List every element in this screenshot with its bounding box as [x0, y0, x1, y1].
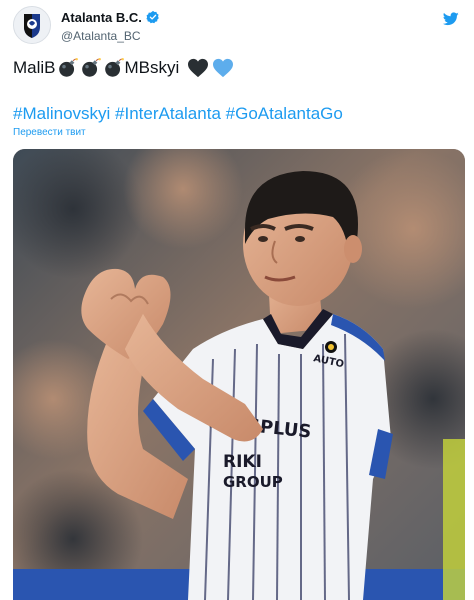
tweet-card: Atalanta B.C. @Atalanta_BC MaliB MBskyi … — [0, 0, 474, 600]
player-heart-gesture-photo: AUTO PLUSPLUS RIKI GROUP — [13, 149, 465, 600]
account-names: Atalanta B.C. @Atalanta_BC — [61, 9, 160, 43]
hashtag-line: #Malinovskyi #InterAtalanta #GoAtalantaG… — [13, 102, 343, 126]
display-name-row: Atalanta B.C. — [61, 9, 160, 25]
hashtag-malinovskyi[interactable]: #Malinovskyi — [13, 104, 110, 123]
tweet-text-part-1: MaliB — [13, 58, 56, 77]
avatar[interactable] — [13, 6, 51, 44]
account-handle[interactable]: @Atalanta_BC — [61, 29, 160, 43]
bomb-emoji-icon — [81, 57, 101, 77]
blue-heart-emoji-icon — [213, 58, 234, 77]
display-name[interactable]: Atalanta B.C. — [61, 10, 142, 25]
translate-tweet-link[interactable]: Перевести твит — [13, 127, 86, 138]
verified-badge-icon — [146, 10, 159, 24]
tweet-photo[interactable]: AUTO PLUSPLUS RIKI GROUP — [13, 149, 465, 600]
hashtag-goatalantago[interactable]: #GoAtalantaGo — [226, 104, 343, 123]
shirt-text-2: GROUP — [223, 473, 283, 491]
bomb-emoji-icon — [104, 57, 124, 77]
bomb-emoji-icon — [58, 57, 78, 77]
hashtag-interatalanta[interactable]: #InterAtalanta — [115, 104, 221, 123]
black-heart-emoji-icon — [188, 58, 209, 77]
twitter-bird-icon[interactable] — [443, 12, 459, 26]
tweet-header: Atalanta B.C. @Atalanta_BC — [13, 6, 463, 46]
atalanta-crest-icon — [14, 7, 50, 43]
tweet-text-part-2: MBskyi — [124, 58, 180, 77]
shirt-text-1: RIKI — [223, 452, 262, 472]
tweet-text: MaliB MBskyi — [13, 56, 461, 80]
